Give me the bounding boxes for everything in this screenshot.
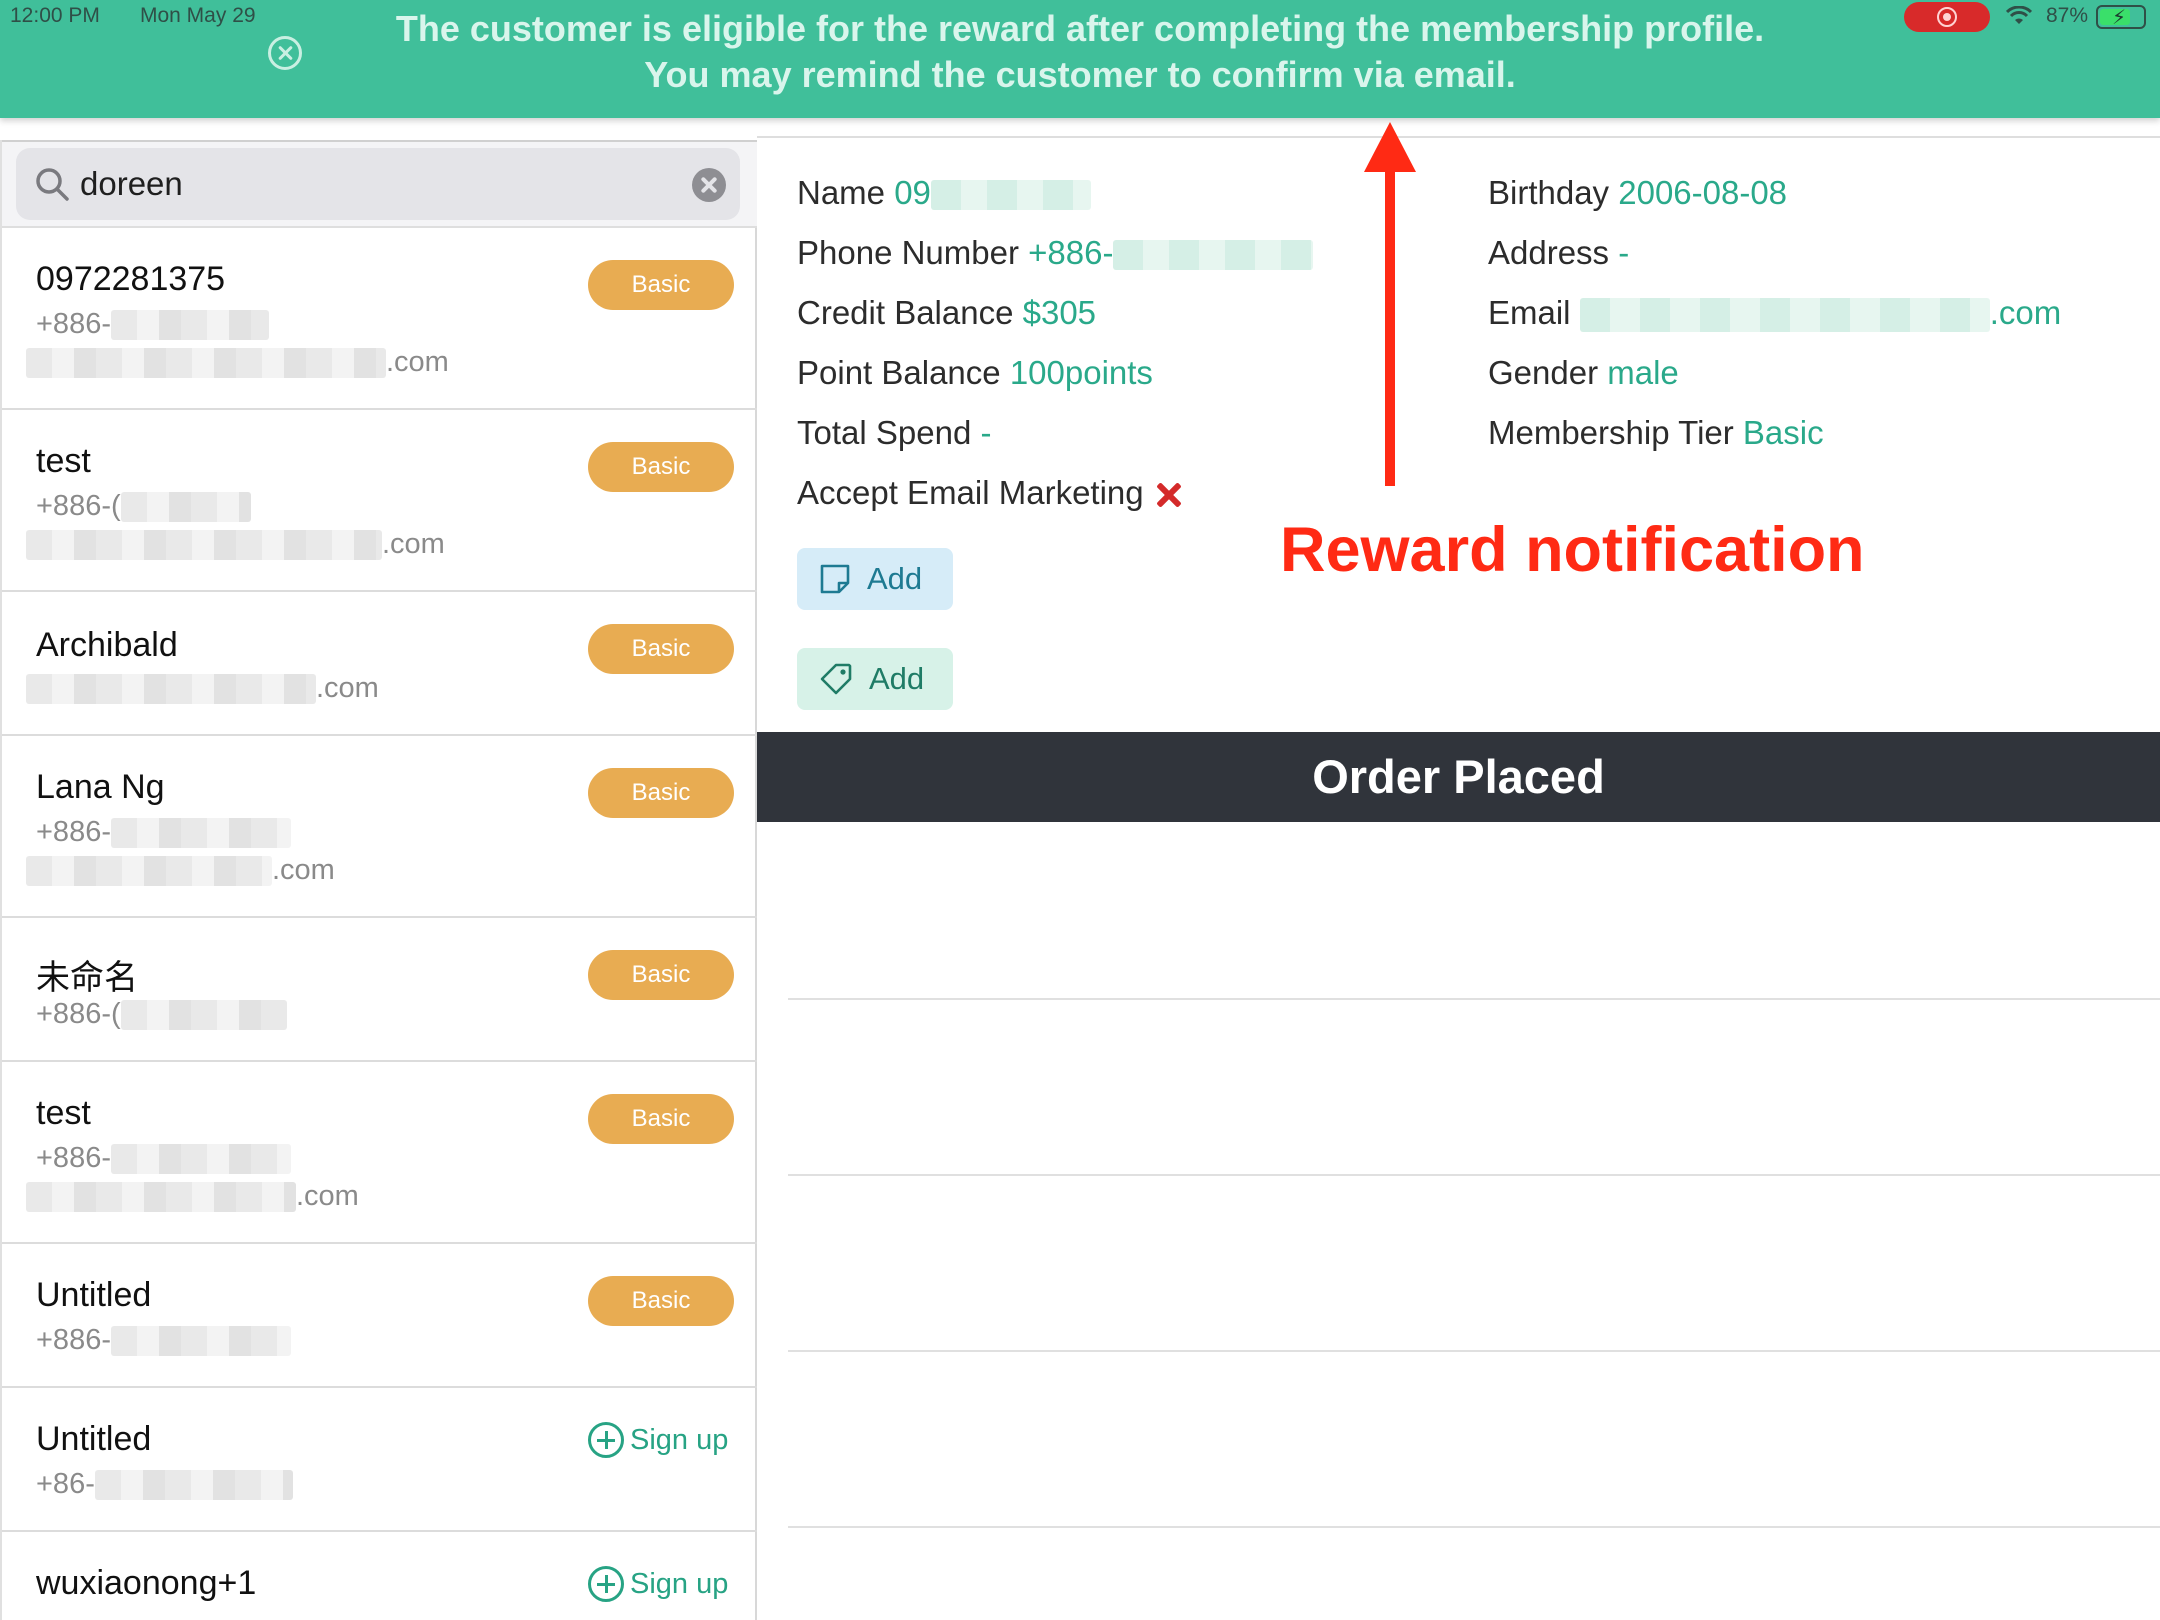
list-item[interactable]: Lana Ng Basic +886- .com	[2, 736, 757, 918]
customer-name: 未命名	[36, 959, 138, 997]
membership-badge: Basic	[588, 768, 734, 818]
list-item[interactable]: test Basic +886- .com	[2, 1062, 757, 1244]
sign-up-button[interactable]: Sign up	[588, 1566, 728, 1602]
cross-icon	[1154, 480, 1184, 510]
order-row-divider	[788, 1526, 2160, 1528]
list-item[interactable]: test Basic +886-( .com	[2, 410, 757, 592]
list-item[interactable]: 0972281375 Basic +886- .com	[2, 228, 757, 410]
field-membership-tier: Membership Tier Basic	[1488, 414, 1824, 451]
customer-email: .com	[26, 854, 335, 887]
search-bar	[2, 140, 757, 228]
battery-percentage: 87%	[2046, 4, 2089, 27]
field-address: Address -	[1488, 234, 1630, 271]
add-tag-label: Add	[869, 661, 925, 696]
status-date: Mon May 29	[140, 4, 256, 27]
customer-name: test	[36, 442, 91, 480]
annotation-label: Reward notification	[1280, 515, 1865, 585]
customer-email: .com	[26, 672, 379, 705]
status-time: 12:00 PM	[10, 4, 100, 27]
customer-detail-pane: Name 09 Phone Number +886- Credit Balanc…	[757, 118, 2160, 1620]
wifi-icon	[2006, 6, 2032, 24]
customer-phone: +886-	[36, 1324, 291, 1357]
customer-list-pane: 0972281375 Basic +886- .com test Basic +…	[0, 140, 757, 1620]
customer-phone: +886-	[36, 816, 291, 849]
customer-email: .com	[26, 1180, 359, 1213]
membership-badge: Basic	[588, 442, 734, 492]
field-name: Name 09	[797, 174, 1091, 212]
add-note-label: Add	[867, 561, 923, 596]
banner-line-2: You may remind the customer to confirm v…	[644, 54, 1516, 95]
sign-up-button[interactable]: Sign up	[588, 1422, 728, 1458]
list-item[interactable]: 未命名 Basic +886-(	[2, 918, 757, 1062]
note-icon	[820, 564, 850, 594]
customer-email: .com	[26, 346, 449, 379]
order-row-divider	[788, 1350, 2160, 1352]
customer-email: .com	[26, 528, 445, 561]
order-row-divider	[788, 998, 2160, 1000]
sign-up-label: Sign up	[630, 1567, 729, 1600]
membership-badge: Basic	[588, 260, 734, 310]
customer-name: test	[36, 1094, 91, 1132]
search-icon	[36, 168, 69, 201]
order-placed-header: Order Placed	[757, 732, 2160, 822]
banner-message: The customer is eligible for the reward …	[300, 6, 1860, 98]
banner-line-1: The customer is eligible for the reward …	[395, 8, 1765, 49]
order-row-divider	[788, 1174, 2160, 1176]
field-point-balance: Point Balance 100points	[797, 354, 1153, 391]
customer-phone: +886-(	[36, 490, 251, 523]
close-icon[interactable]	[268, 36, 302, 70]
membership-badge: Basic	[588, 950, 734, 1000]
field-email: Email .com	[1488, 294, 2062, 333]
customer-phone: +886-	[36, 1142, 291, 1175]
field-credit-balance: Credit Balance $305	[797, 294, 1097, 331]
customer-name: Untitled	[36, 1420, 152, 1458]
add-note-button[interactable]: Add	[797, 548, 953, 610]
field-phone: Phone Number +886-	[797, 234, 1314, 272]
customer-name: wuxiaonong+1	[36, 1564, 257, 1602]
plus-circle-icon	[588, 1566, 624, 1602]
customer-list: 0972281375 Basic +886- .com test Basic +…	[2, 228, 757, 1620]
screen-recording-indicator	[1904, 2, 1990, 32]
membership-badge: Basic	[588, 1276, 734, 1326]
divider	[757, 136, 2160, 138]
list-item[interactable]: Untitled Sign up +86-	[2, 1388, 757, 1532]
tag-icon	[820, 663, 852, 695]
customer-name: 0972281375	[36, 260, 226, 298]
search-input[interactable]	[80, 158, 640, 210]
customer-name: Untitled	[36, 1276, 152, 1314]
clear-search-icon[interactable]	[692, 168, 726, 202]
membership-badge: Basic	[588, 624, 734, 674]
field-email-marketing: Accept Email Marketing	[797, 474, 1184, 512]
list-item[interactable]: Untitled Basic +886-	[2, 1244, 757, 1388]
sign-up-label: Sign up	[630, 1423, 729, 1456]
membership-badge: Basic	[588, 1094, 734, 1144]
battery-icon: ⚡	[2096, 5, 2146, 29]
customer-name: Archibald	[36, 626, 178, 664]
plus-circle-icon	[588, 1422, 624, 1458]
record-icon	[1937, 7, 1957, 27]
reward-notification-banner: 12:00 PM Mon May 29 The customer is elig…	[0, 0, 2160, 118]
list-item[interactable]: wuxiaonong+1 Sign up	[2, 1532, 757, 1620]
list-item[interactable]: Archibald Basic .com	[2, 592, 757, 736]
field-gender: Gender male	[1488, 354, 1679, 391]
field-total-spend: Total Spend -	[797, 414, 992, 451]
customer-phone: +886-	[36, 308, 269, 341]
customer-phone: +86-	[36, 1468, 293, 1501]
add-tag-button[interactable]: Add	[797, 648, 953, 710]
field-birthday: Birthday 2006-08-08	[1488, 174, 1788, 211]
customer-name: Lana Ng	[36, 768, 165, 806]
annotation-arrow	[1364, 122, 1416, 486]
search-field[interactable]	[16, 148, 740, 220]
customer-phone: +886-(	[36, 998, 287, 1031]
